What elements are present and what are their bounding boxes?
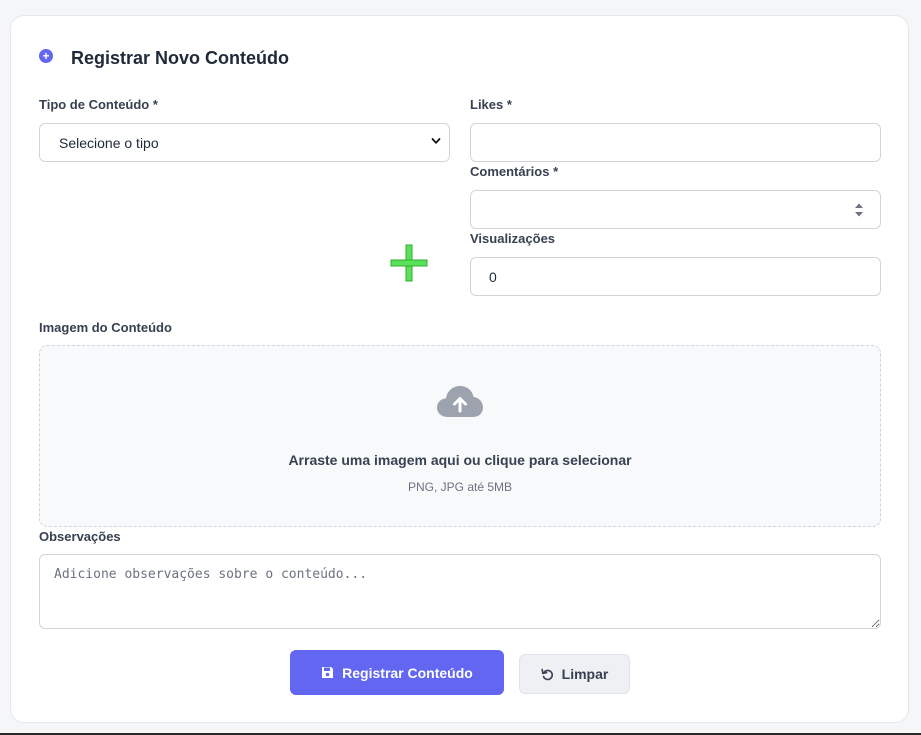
- notes-label: Observações: [39, 529, 121, 544]
- views-input[interactable]: 0: [470, 257, 881, 296]
- content-type-select[interactable]: Selecione o tipo: [39, 123, 450, 162]
- views-label: Visualizações: [470, 231, 556, 246]
- clear-label: Limpar: [561, 666, 609, 682]
- views-value: 0: [489, 268, 497, 285]
- image-label: Imagem do Conteúdo: [39, 320, 172, 335]
- dropzone-hint: PNG, JPG até 5MB: [407, 480, 513, 494]
- clear-button[interactable]: Limpar: [519, 654, 630, 694]
- register-content-card: + Registrar Novo Conteúdo Tipo de Conteú…: [10, 15, 909, 723]
- likes-label: Likes *: [470, 97, 512, 112]
- cloud-upload-icon: [437, 386, 483, 417]
- card-header: + Registrar Novo Conteúdo: [39, 48, 289, 69]
- page-title: Registrar Novo Conteúdo: [71, 48, 290, 68]
- content-type-label: Tipo de Conteúdo *: [39, 97, 158, 112]
- dropzone-text: Arraste uma imagem aqui ou clique para s…: [288, 452, 632, 468]
- image-dropzone[interactable]: Arraste uma imagem aqui ou clique para s…: [39, 345, 881, 527]
- plus-circle-icon: +: [39, 48, 53, 63]
- save-icon: [321, 666, 334, 679]
- register-content-label: Registrar Conteúdo: [342, 664, 473, 681]
- number-spinner-icon[interactable]: [854, 202, 864, 218]
- notes-textarea[interactable]: [39, 554, 881, 629]
- chevron-down-icon: [431, 138, 441, 144]
- likes-input[interactable]: [470, 123, 881, 162]
- comments-label: Comentários *: [470, 164, 559, 179]
- content-type-selected-value: Selecione o tipo: [59, 134, 159, 151]
- green-plus-icon: [390, 244, 428, 282]
- comments-input[interactable]: [470, 190, 881, 229]
- undo-icon: [541, 668, 554, 681]
- register-content-button[interactable]: Registrar Conteúdo: [290, 650, 504, 695]
